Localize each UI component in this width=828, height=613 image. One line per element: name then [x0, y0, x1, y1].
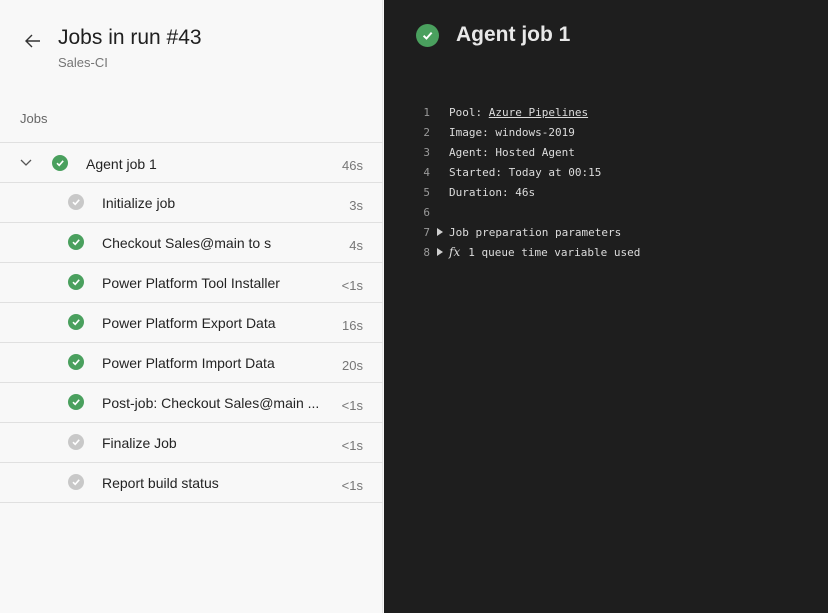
log-line: 6 — [384, 202, 828, 222]
task-row[interactable]: Finalize Job <1s — [0, 423, 383, 463]
expand-triangle-icon[interactable] — [437, 248, 443, 256]
line-number: 2 — [423, 125, 430, 139]
task-duration: <1s — [341, 278, 363, 293]
log-text: Duration: 46s — [449, 185, 536, 199]
log-viewer[interactable]: 1 Pool: Azure Pipelines 2 Image: windows… — [384, 102, 828, 262]
succeeded-icon — [68, 274, 84, 290]
task-row[interactable]: Power Platform Tool Installer <1s — [0, 263, 383, 303]
log-line-collapsible[interactable]: 7 Job preparation parameters — [384, 222, 828, 242]
jobs-section-label: Jobs — [20, 111, 48, 126]
jobs-panel: Jobs in run #43 Sales-CI Jobs Agent job … — [0, 0, 383, 613]
log-text: Image: windows-2019 — [449, 125, 575, 139]
succeeded-icon — [68, 354, 84, 370]
log-text: Job preparation parameters — [449, 225, 622, 239]
pipeline-name: Sales-CI — [58, 55, 108, 70]
succeeded-icon — [68, 394, 84, 410]
log-text: 1 queue time variable used — [468, 246, 641, 259]
page-title: Jobs in run #43 — [58, 26, 202, 49]
log-line-collapsible[interactable]: 8 fx 1 queue time variable used — [384, 242, 828, 262]
task-duration: <1s — [341, 398, 363, 413]
succeeded-icon — [52, 155, 68, 171]
task-row[interactable]: Post-job: Checkout Sales@main ... <1s — [0, 383, 383, 423]
task-label: Post-job: Checkout Sales@main ... — [102, 395, 320, 411]
task-duration: <1s — [341, 438, 363, 453]
task-duration: 20s — [342, 358, 363, 373]
task-label: Report build status — [102, 475, 219, 491]
task-label: Power Platform Tool Installer — [102, 275, 280, 291]
log-line: 2 Image: windows-2019 — [384, 122, 828, 142]
jobs-list: Agent job 1 46s Initialize job 3s Checko… — [0, 142, 383, 503]
task-row[interactable]: Checkout Sales@main to s 4s — [0, 223, 383, 263]
task-row[interactable]: Power Platform Export Data 16s — [0, 303, 383, 343]
line-number: 7 — [423, 225, 430, 239]
job-row-agent-job-1[interactable]: Agent job 1 46s — [0, 143, 383, 183]
line-number: 8 — [423, 245, 430, 259]
line-number: 1 — [423, 105, 430, 119]
log-line: 5 Duration: 46s — [384, 182, 828, 202]
skipped-icon — [68, 434, 84, 450]
expand-triangle-icon[interactable] — [437, 228, 443, 236]
log-line: 3 Agent: Hosted Agent — [384, 142, 828, 162]
log-text: Agent: Hosted Agent — [449, 145, 575, 159]
line-number: 3 — [423, 145, 430, 159]
skipped-icon — [68, 194, 84, 210]
chevron-down-icon[interactable] — [19, 156, 33, 170]
back-arrow-icon[interactable] — [22, 30, 44, 52]
job-detail-title: Agent job 1 — [456, 23, 571, 46]
task-row[interactable]: Report build status <1s — [0, 463, 383, 503]
task-duration: 16s — [342, 318, 363, 333]
line-number: 6 — [423, 205, 430, 219]
succeeded-icon — [68, 314, 84, 330]
task-label: Power Platform Import Data — [102, 355, 275, 371]
task-label: Finalize Job — [102, 435, 177, 451]
succeeded-icon — [416, 24, 439, 47]
function-icon: fx — [449, 245, 461, 259]
job-detail-panel: Agent job 1 1 Pool: Azure Pipelines 2 Im… — [384, 0, 828, 613]
log-text: Pool: — [449, 105, 489, 119]
task-duration: 4s — [349, 238, 363, 253]
line-number: 4 — [423, 165, 430, 179]
task-row[interactable]: Initialize job 3s — [0, 183, 383, 223]
task-label: Checkout Sales@main to s — [102, 235, 272, 251]
task-label: Initialize job — [102, 195, 176, 211]
log-text: Started: Today at 00:15 — [449, 165, 602, 179]
job-label: Agent job 1 — [86, 156, 157, 172]
succeeded-icon — [68, 234, 84, 250]
log-line: 4 Started: Today at 00:15 — [384, 162, 828, 182]
log-line: 1 Pool: Azure Pipelines — [384, 102, 828, 122]
task-label: Power Platform Export Data — [102, 315, 276, 331]
task-row[interactable]: Power Platform Import Data 20s — [0, 343, 383, 383]
line-number: 5 — [423, 185, 430, 199]
pool-link[interactable]: Azure Pipelines — [489, 106, 588, 119]
skipped-icon — [68, 474, 84, 490]
task-duration: 3s — [349, 198, 363, 213]
job-duration: 46s — [342, 158, 363, 173]
task-duration: <1s — [341, 478, 363, 493]
